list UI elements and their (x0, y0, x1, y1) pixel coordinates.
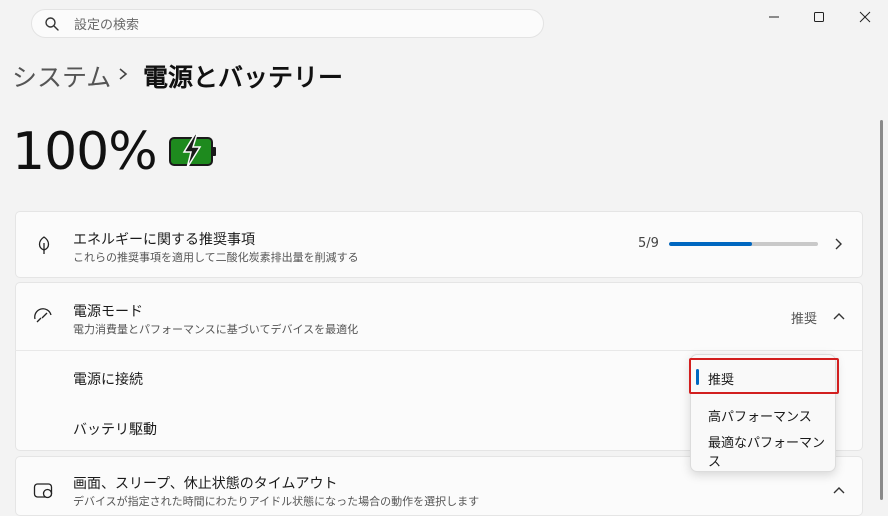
plugged-in-label: 電源に接続 (73, 372, 143, 388)
battery-charging-icon (169, 134, 216, 168)
scrollbar[interactable] (880, 120, 883, 500)
gauge-icon (34, 308, 52, 323)
search-box[interactable]: 設定の検索 (31, 9, 544, 38)
energy-subtitle: これらの推奨事項を適用して二酸化炭素排出量を削減する (73, 251, 359, 264)
display-sleep-icon (33, 483, 53, 499)
energy-title: エネルギーに関する推奨事項 (73, 232, 255, 248)
selected-option-highlight (689, 358, 839, 394)
battery-percent: 100% (12, 122, 158, 182)
leaf-icon (38, 236, 50, 254)
on-battery-label: バッテリ駆動 (73, 422, 157, 438)
breadcrumb-parent[interactable]: システム (12, 58, 111, 94)
minimize-button[interactable] (762, 8, 786, 26)
close-button[interactable] (853, 8, 877, 26)
chevron-up-icon[interactable] (832, 484, 846, 496)
search-placeholder: 設定の検索 (74, 18, 140, 33)
page-title: 電源とバッテリー (143, 63, 344, 92)
energy-progress-bar (669, 242, 818, 246)
power-mode-title: 電源モード (73, 304, 143, 320)
minimize-icon (769, 16, 779, 18)
search-icon (45, 16, 59, 31)
energy-progress-label: 5/9 (638, 236, 659, 251)
close-icon (859, 11, 871, 23)
maximize-icon (814, 12, 824, 22)
screen-sleep-subtitle: デバイスが指定された時間にわたりアイドル状態になった場合の動作を選択します (73, 495, 480, 508)
chevron-up-icon[interactable] (832, 310, 846, 322)
divider (15, 350, 863, 351)
chevron-right-icon (119, 68, 128, 80)
screen-sleep-title: 画面、スリープ、休止状態のタイムアウト (73, 476, 338, 492)
power-mode-subtitle: 電力消費量とパフォーマンスに基づいてデバイスを最適化 (73, 323, 359, 336)
power-mode-value: 推奨 (791, 312, 818, 327)
option-best-performance[interactable]: 最適なパフォーマンス (691, 436, 837, 470)
energy-progress-fill (669, 242, 752, 246)
maximize-button[interactable] (807, 8, 831, 26)
option-high-performance[interactable]: 高パフォーマンス (691, 400, 837, 430)
chevron-right-icon (835, 238, 842, 250)
